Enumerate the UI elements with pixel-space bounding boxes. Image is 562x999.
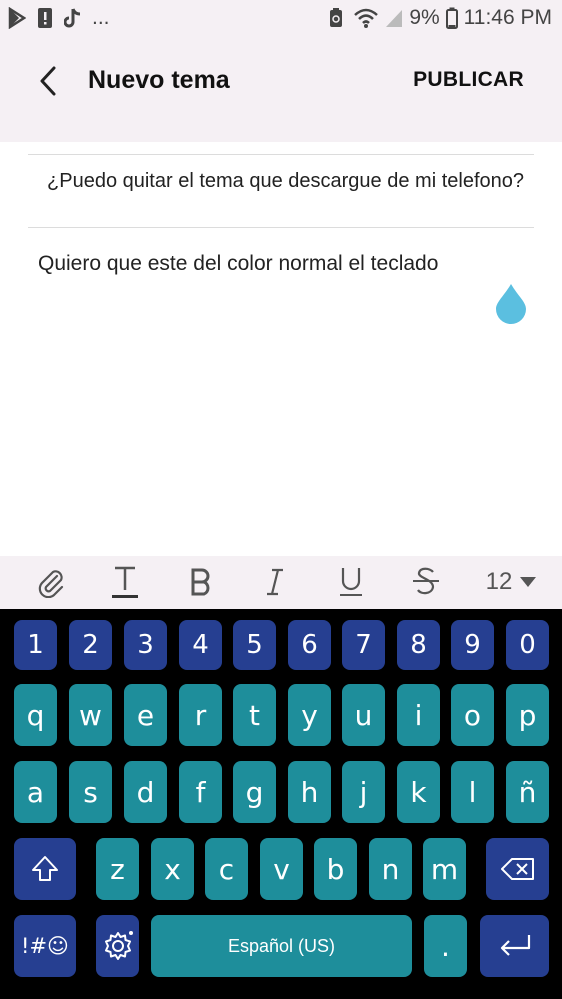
divider [28, 154, 534, 155]
overflow-indicator: ... [92, 6, 110, 29]
strikethrough-button[interactable] [408, 564, 444, 600]
italic-button[interactable] [260, 564, 290, 600]
text-style-icon [112, 566, 138, 598]
body-field[interactable]: Quiero que este del color normal el tecl… [38, 252, 438, 276]
key-6[interactable]: 6 [288, 620, 331, 670]
status-left: ... [8, 6, 110, 30]
divider [28, 227, 534, 228]
format-toolbar: 12 [0, 556, 562, 609]
text-cursor-handle[interactable] [494, 282, 528, 324]
key-r[interactable]: r [179, 684, 222, 746]
page-title: Nuevo tema [88, 66, 230, 94]
key-j[interactable]: j [342, 761, 385, 823]
status-right: 9% 11:46 PM [329, 6, 552, 30]
key-5[interactable]: 5 [233, 620, 276, 670]
alert-icon [36, 7, 54, 29]
key-1[interactable]: 1 [14, 620, 57, 670]
symbols-key[interactable]: !#☺ [14, 915, 76, 977]
keyboard: 1 2 3 4 5 6 7 8 9 0 q w e r t y u i o p … [0, 609, 562, 999]
recycle-battery-icon [329, 7, 347, 29]
text-style-button[interactable] [108, 564, 142, 600]
key-d[interactable]: d [124, 761, 167, 823]
shift-key[interactable] [14, 838, 76, 900]
backspace-key[interactable] [486, 838, 549, 900]
cursor-drop-icon [496, 284, 526, 324]
battery-percent: 9% [409, 6, 440, 29]
key-f[interactable]: f [179, 761, 222, 823]
italic-icon [267, 568, 283, 596]
key-8[interactable]: 8 [397, 620, 440, 670]
key-0[interactable]: 0 [506, 620, 549, 670]
gear-icon [104, 931, 133, 960]
backspace-icon [500, 858, 534, 880]
app-bar: Nuevo tema PUBLICAR [0, 40, 562, 142]
underline-icon [340, 568, 362, 596]
key-y[interactable]: y [288, 684, 331, 746]
subject-text: ¿Puedo quitar el tema que descargue de m… [47, 170, 524, 192]
attach-icon [38, 570, 64, 598]
shift-icon [32, 856, 58, 881]
bold-button[interactable] [184, 564, 218, 600]
key-7[interactable]: 7 [342, 620, 385, 670]
back-arrow-icon [40, 66, 56, 96]
key-3[interactable]: 3 [124, 620, 167, 670]
key-n[interactable]: n [369, 838, 412, 900]
play-store-icon [8, 6, 27, 30]
enter-key[interactable] [480, 915, 549, 977]
battery-icon [445, 7, 458, 29]
key-9[interactable]: 9 [451, 620, 494, 670]
clock: 11:46 PM [463, 6, 552, 29]
wifi-icon [353, 7, 379, 29]
underline-button[interactable] [334, 564, 368, 600]
key-t[interactable]: t [233, 684, 276, 746]
strikethrough-icon [413, 567, 439, 595]
subject-field[interactable]: ¿Puedo quitar el tema que descargue de m… [0, 170, 524, 218]
key-q[interactable]: q [14, 684, 57, 746]
attach-button[interactable] [34, 564, 68, 600]
key-p[interactable]: p [506, 684, 549, 746]
publish-button[interactable]: PUBLICAR [413, 68, 524, 92]
key-z[interactable]: z [96, 838, 139, 900]
editor: ¿Puedo quitar el tema que descargue de m… [0, 142, 562, 556]
font-size-value: 12 [485, 568, 513, 595]
key-x[interactable]: x [151, 838, 194, 900]
key-s[interactable]: s [69, 761, 112, 823]
key-i[interactable]: i [397, 684, 440, 746]
signal-icon [385, 7, 403, 29]
key-a[interactable]: a [14, 761, 57, 823]
back-button[interactable] [30, 58, 70, 104]
key-n-tilde[interactable]: ñ [506, 761, 549, 823]
bold-icon [191, 568, 210, 596]
key-l[interactable]: l [451, 761, 494, 823]
key-u[interactable]: u [342, 684, 385, 746]
key-k[interactable]: k [397, 761, 440, 823]
chevron-down-icon [520, 577, 537, 587]
key-c[interactable]: c [205, 838, 248, 900]
key-o[interactable]: o [451, 684, 494, 746]
space-key[interactable]: Español (US) [151, 915, 412, 977]
status-bar: ... 9% 11:46 PM [0, 0, 562, 40]
settings-key[interactable] [96, 915, 139, 977]
font-size-select[interactable]: 12 [482, 564, 542, 600]
enter-icon [500, 935, 530, 956]
key-h[interactable]: h [288, 761, 331, 823]
key-4[interactable]: 4 [179, 620, 222, 670]
period-key[interactable]: . [424, 915, 467, 977]
key-w[interactable]: w [69, 684, 112, 746]
key-b[interactable]: b [314, 838, 357, 900]
key-m[interactable]: m [423, 838, 466, 900]
key-e[interactable]: e [124, 684, 167, 746]
key-v[interactable]: v [260, 838, 303, 900]
key-2[interactable]: 2 [69, 620, 112, 670]
key-g[interactable]: g [233, 761, 276, 823]
tiktok-icon [63, 7, 82, 29]
